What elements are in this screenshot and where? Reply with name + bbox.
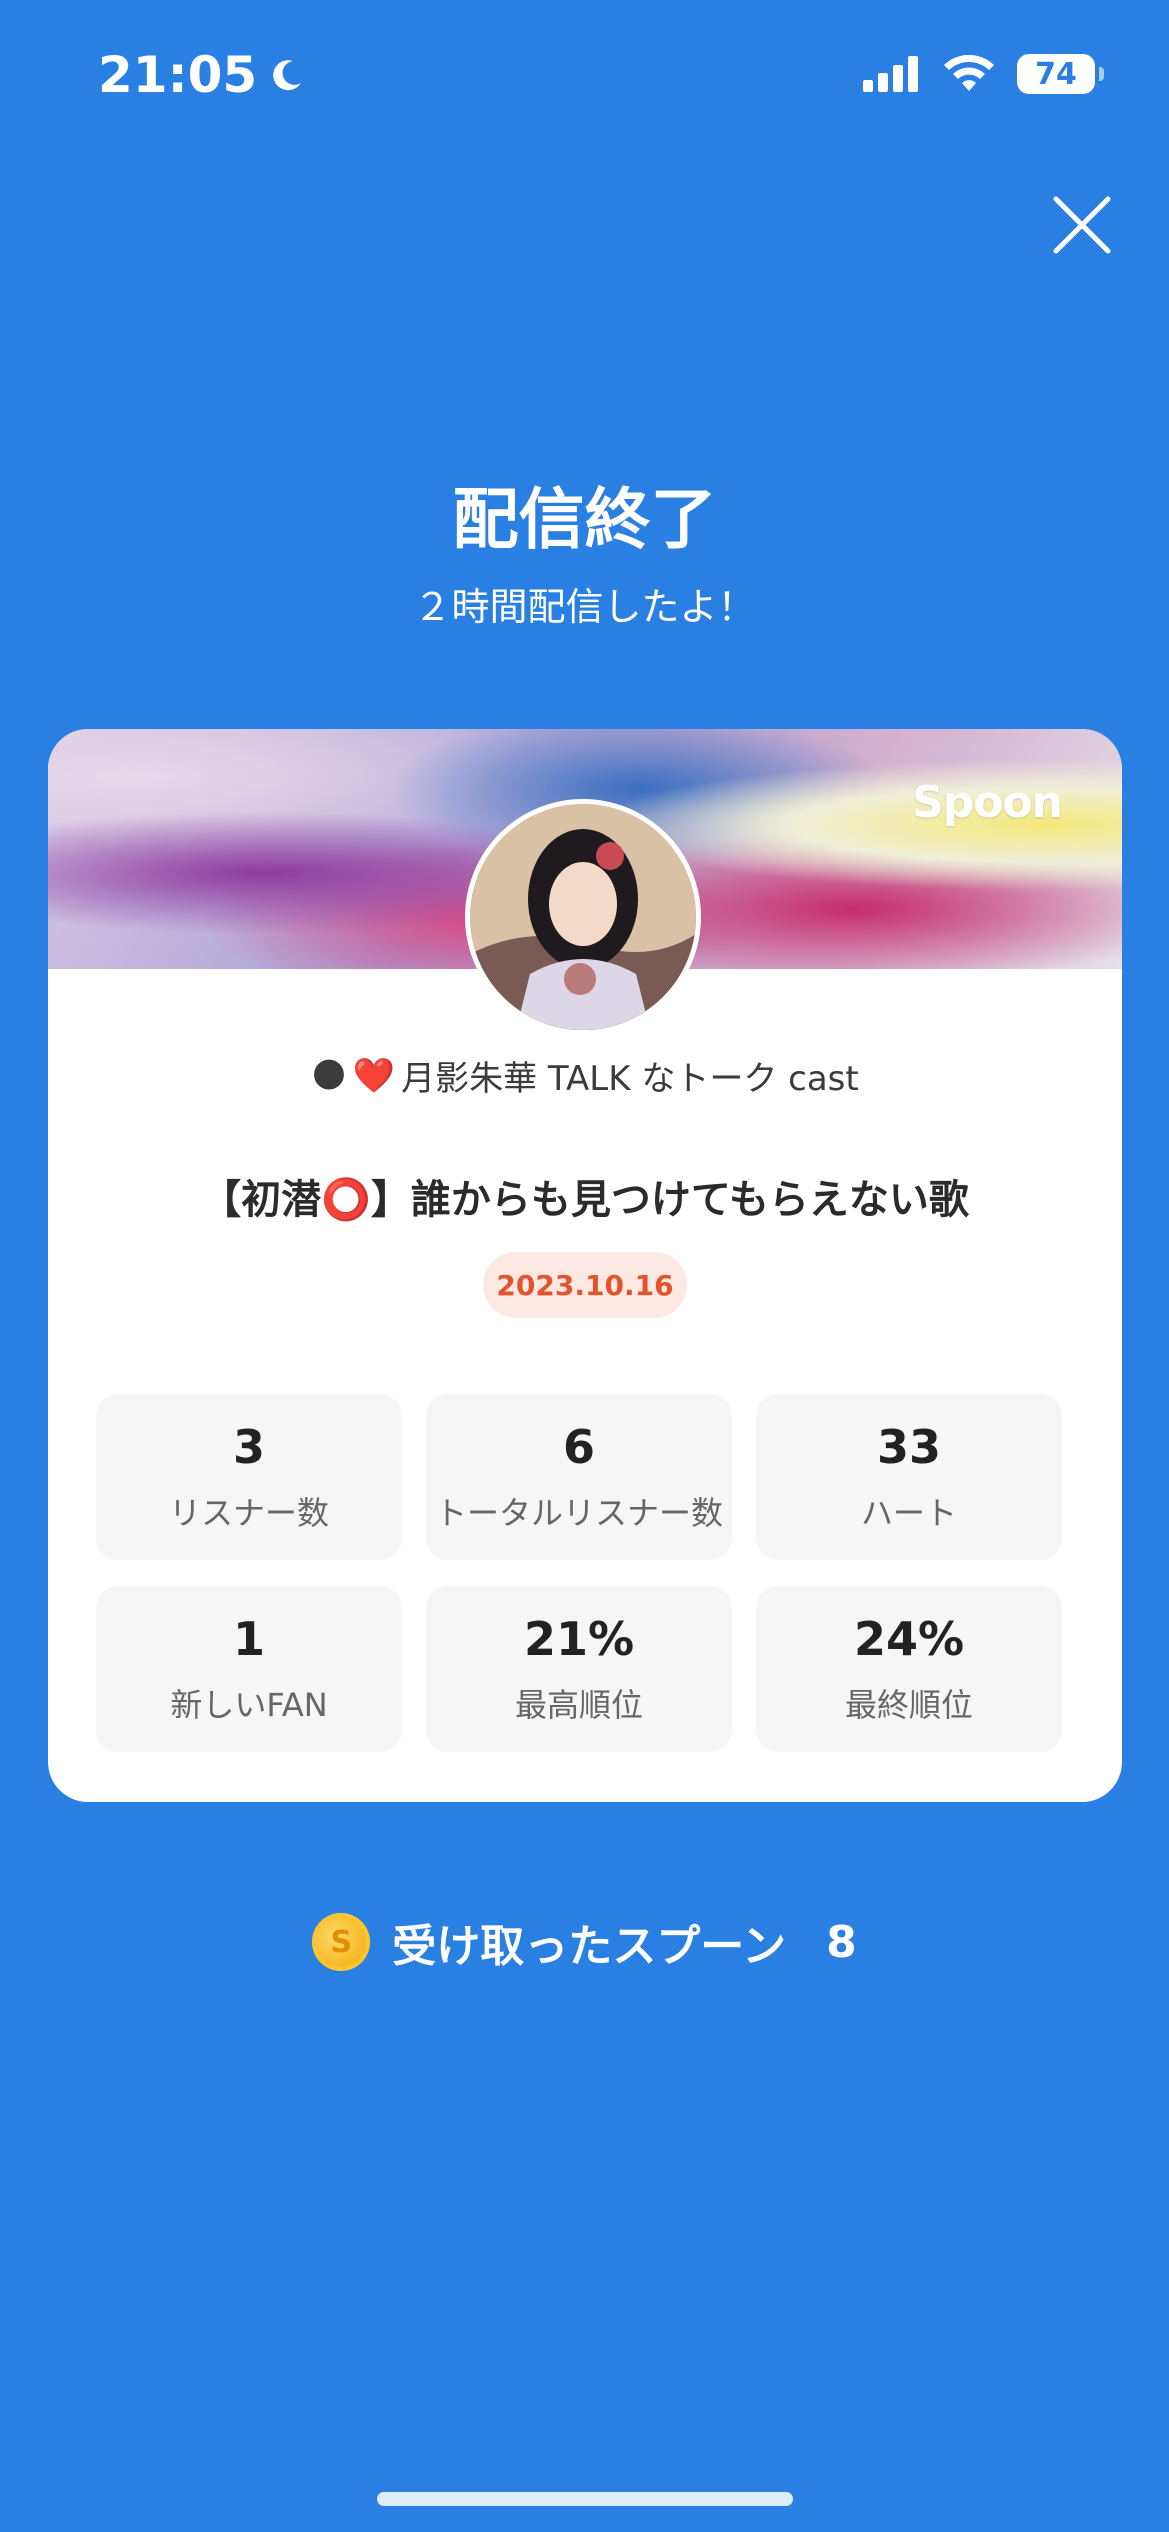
host-name: 月影朱華 TALK なトーク cast: [401, 1059, 859, 1099]
status-bar: 21:05 74: [0, 0, 1169, 150]
stat-highest-rank: 21% 最高順位: [426, 1586, 732, 1752]
page-title: 配信終了: [452, 481, 717, 558]
stat-listeners: 3 リスナー数: [96, 1394, 402, 1560]
wifi-icon: [944, 55, 994, 91]
status-time: 21:05: [98, 46, 307, 104]
brand-logo: Spoon: [912, 777, 1063, 828]
cellular-signal-icon: [863, 56, 918, 92]
close-icon: [1053, 196, 1111, 254]
stat-value: 6: [562, 1420, 595, 1474]
battery-level: 74: [1035, 56, 1077, 92]
stat-label: トータルリスナー数: [434, 1494, 723, 1532]
status-icons: 74: [863, 54, 1104, 94]
avatar[interactable]: [465, 799, 701, 1035]
stat-label: 新しいFAN: [170, 1686, 328, 1724]
home-indicator[interactable]: [377, 2492, 793, 2506]
moon-emoji-icon: 🌑: [311, 1055, 347, 1096]
stat-label: 最高順位: [514, 1686, 643, 1724]
host-line: 🌑 ❤️ 月影朱華 TALK なトーク cast: [48, 1051, 1122, 1100]
battery-indicator: 74: [1017, 54, 1104, 94]
stat-final-rank: 24% 最終順位: [756, 1586, 1062, 1752]
moon-icon: [273, 60, 302, 91]
status-time-label: 21:05: [98, 46, 258, 104]
stat-hearts: 33 ハート: [756, 1394, 1062, 1560]
stat-label: 最終順位: [844, 1686, 973, 1724]
stat-value: 24%: [853, 1612, 965, 1666]
received-spoons-count: 8: [826, 1916, 857, 1968]
broadcast-summary-card: Spoon 🌑 ❤️ 月影朱華 TALK なトーク cast 【初潜⭕】誰からも…: [48, 729, 1122, 1802]
received-spoons-label: 受け取ったスプーン: [392, 1921, 787, 1972]
close-button[interactable]: [1047, 190, 1117, 260]
coin-icon: S: [312, 1913, 371, 1971]
stat-total-listeners: 6 トータルリスナー数: [426, 1394, 732, 1560]
stat-value: 3: [232, 1420, 265, 1474]
page-subtitle: ２時間配信したよ！: [413, 585, 756, 629]
stat-value: 33: [876, 1420, 941, 1474]
stat-new-fans: 1 新しいFAN: [96, 1586, 402, 1752]
stat-label: ハート: [860, 1494, 957, 1532]
cast-title: 【初潜⭕】誰からも見つけてもらえない歌: [201, 1177, 969, 1223]
avatar-image: [470, 804, 696, 1030]
date-badge: 2023.10.16: [483, 1252, 687, 1318]
stat-value: 1: [232, 1612, 265, 1666]
stats-grid: 3 リスナー数 6 トータルリスナー数 33 ハート 1 新しいFAN 21% …: [96, 1394, 1075, 1752]
stat-label: リスナー数: [168, 1494, 329, 1532]
received-spoons: S 受け取ったスプーン 8: [0, 1910, 1169, 1974]
stat-value: 21%: [523, 1612, 635, 1666]
heart-emoji-icon: ❤️: [352, 1055, 396, 1096]
